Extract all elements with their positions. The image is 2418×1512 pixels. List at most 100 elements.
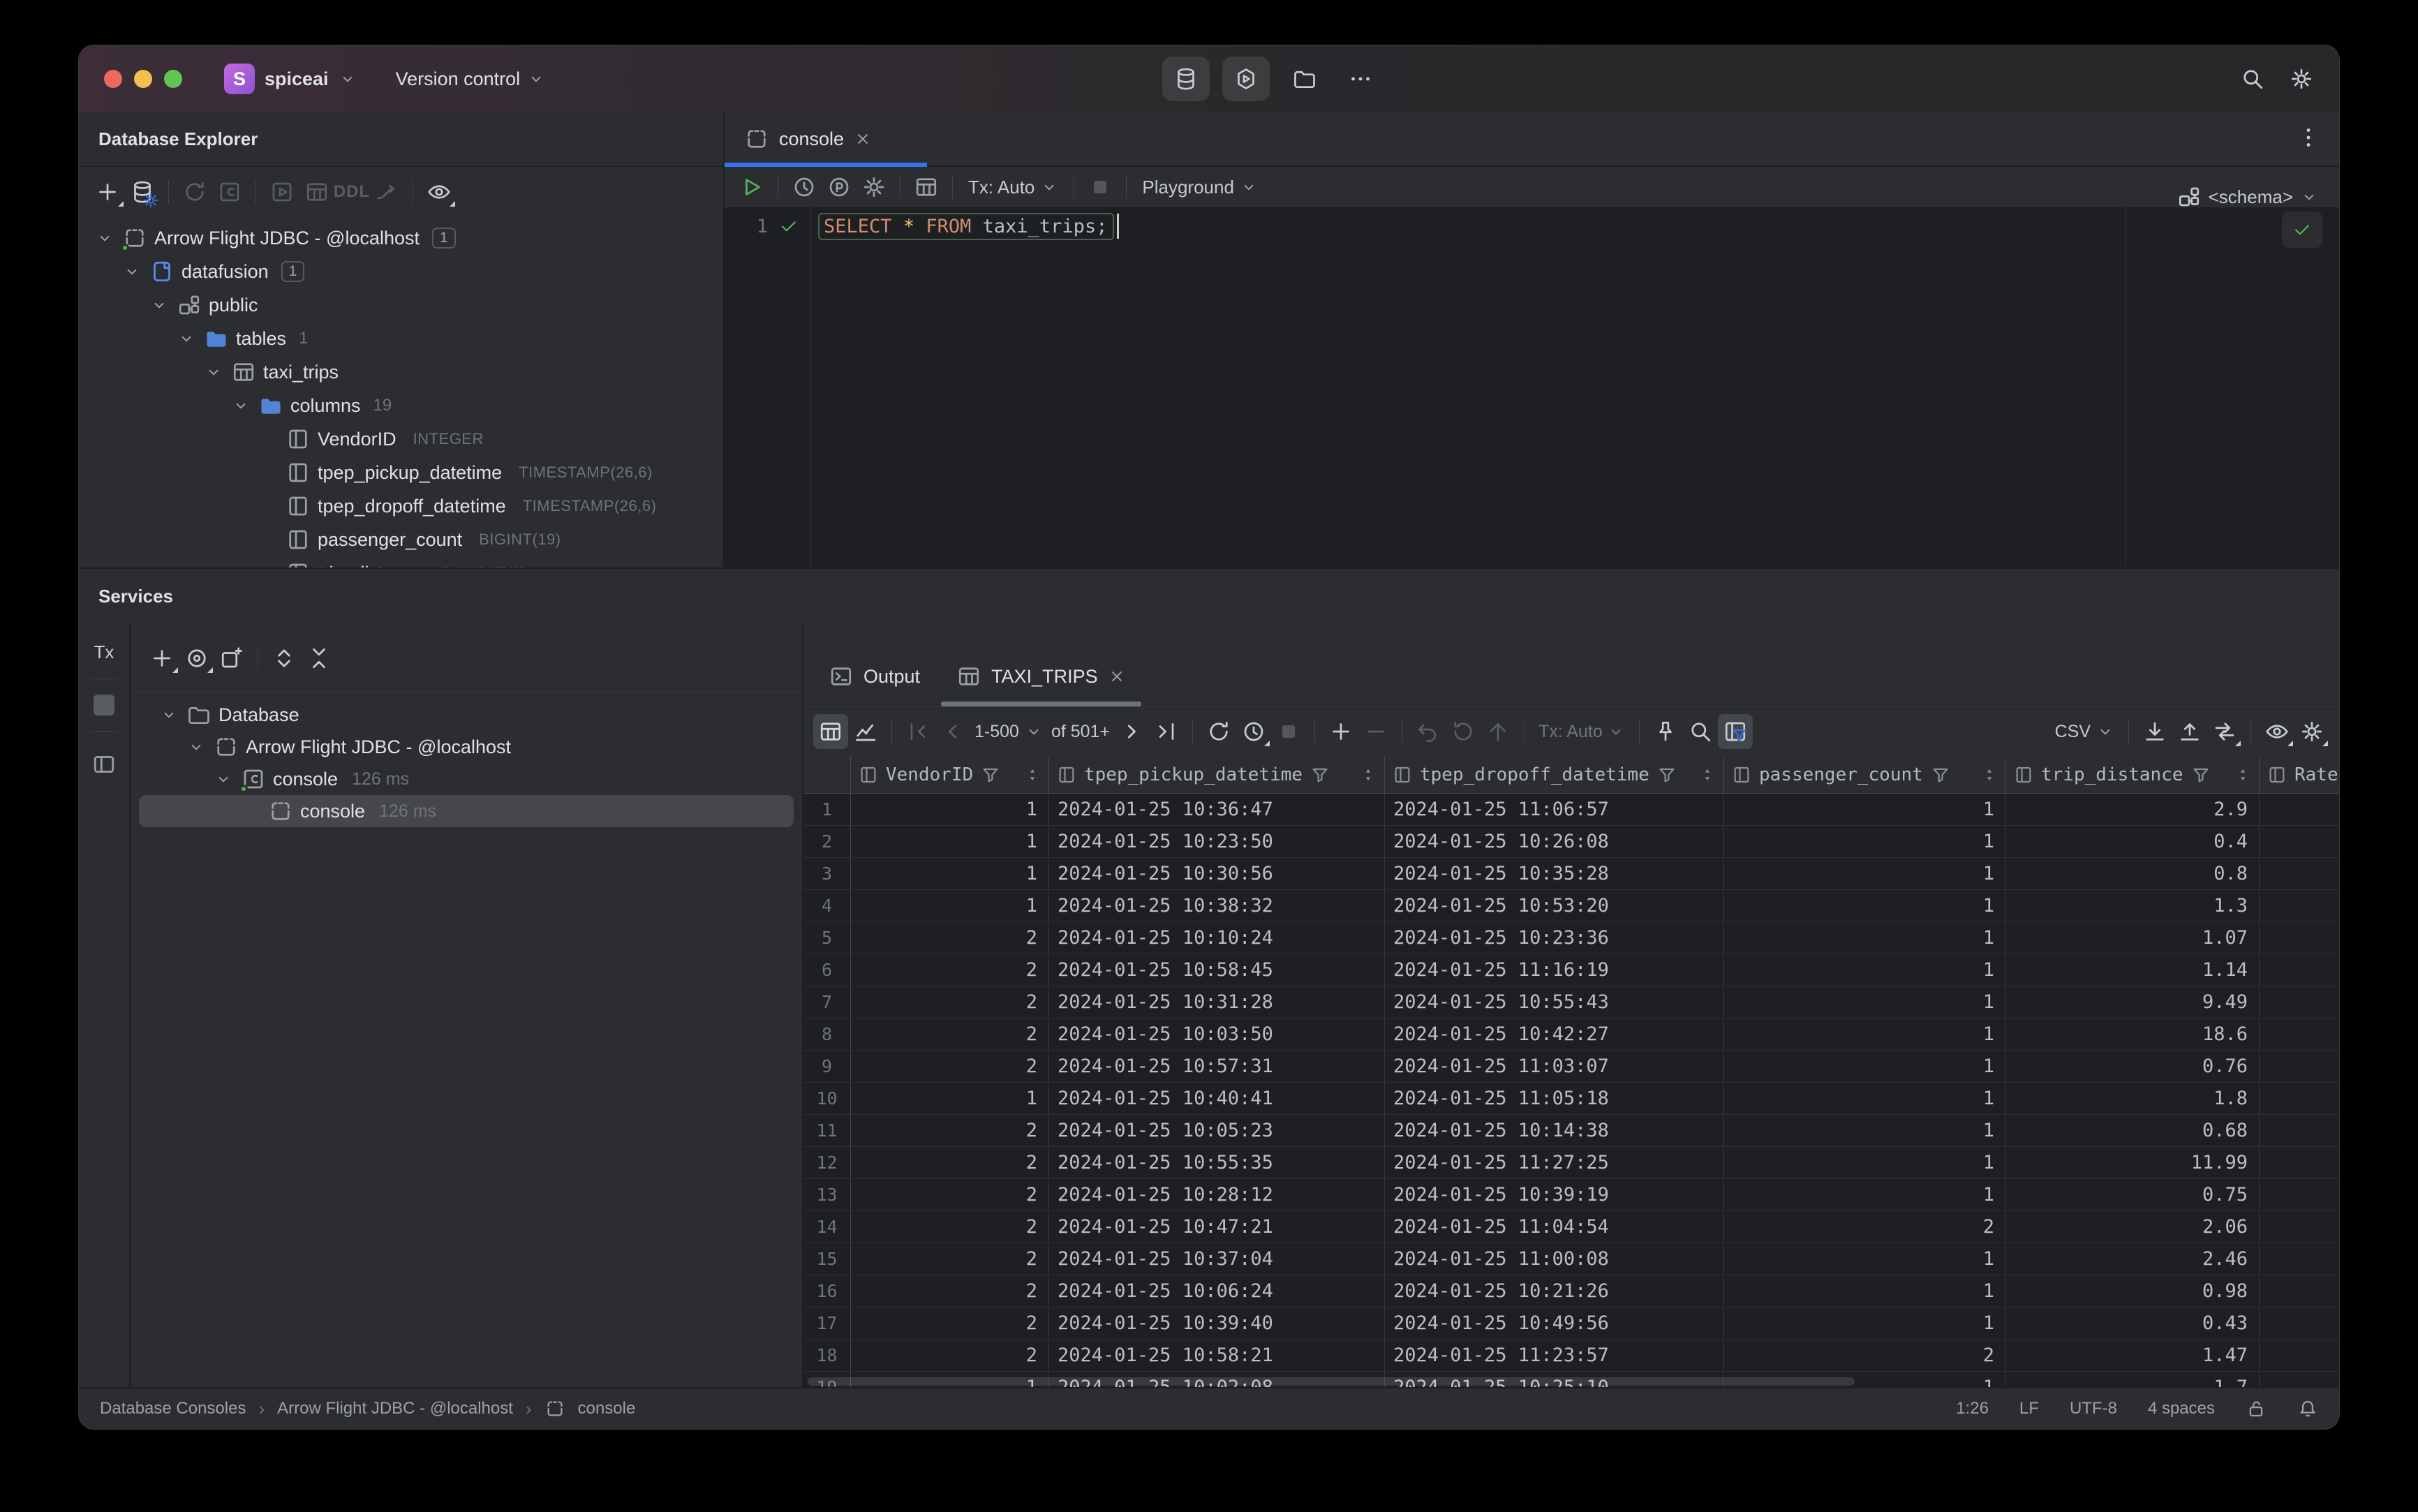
service-item-datasource[interactable]: Arrow Flight JDBC - @localhost	[131, 731, 802, 763]
passenger-count-cell[interactable]: 1	[1724, 826, 2006, 857]
table-row[interactable]: 15 2 2024-01-25 10:37:04 2024-01-25 11:0…	[803, 1243, 2339, 1275]
row-number-cell[interactable]: 10	[803, 1083, 851, 1114]
vendor-id-cell[interactable]: 2	[851, 1211, 1049, 1243]
filter-panel-button[interactable]	[1717, 714, 1753, 749]
table-row[interactable]: 17 2 2024-01-25 10:39:40 2024-01-25 10:4…	[803, 1307, 2339, 1340]
encoding-widget[interactable]: UTF-8	[2070, 1399, 2117, 1418]
zoom-button[interactable]	[164, 70, 182, 88]
dropoff-datetime-cell[interactable]: 2024-01-25 11:05:18	[1385, 1083, 1724, 1114]
rate-cell[interactable]	[2260, 1340, 2339, 1371]
row-number-cell[interactable]: 12	[803, 1147, 851, 1178]
run-query-button[interactable]	[734, 170, 769, 205]
column-header[interactable]: tpep_dropoff_datetime	[1385, 756, 1724, 793]
row-number-cell[interactable]: 2	[803, 826, 851, 857]
tree-item-schema[interactable]: public	[79, 288, 723, 322]
column-header[interactable]: VendorID	[851, 756, 1049, 793]
dropoff-datetime-cell[interactable]: 2024-01-25 11:03:07	[1385, 1051, 1724, 1082]
tree-item-columns-folder[interactable]: columns 19	[79, 389, 723, 422]
dropoff-datetime-cell[interactable]: 2024-01-25 10:39:19	[1385, 1179, 1724, 1210]
service-item-console[interactable]: console 126 ms	[131, 763, 802, 795]
service-item-database[interactable]: Database	[131, 699, 802, 731]
row-number-cell[interactable]: 17	[803, 1307, 851, 1339]
passenger-count-cell[interactable]: 1	[1724, 1179, 2006, 1210]
tree-item-table[interactable]: taxi_trips	[79, 355, 723, 389]
row-number-cell[interactable]: 14	[803, 1211, 851, 1243]
pickup-datetime-cell[interactable]: 2024-01-25 10:58:21	[1049, 1340, 1385, 1371]
revert-selected-button[interactable]	[1411, 714, 1446, 749]
table-data-button[interactable]	[299, 175, 334, 209]
parameters-button[interactable]	[822, 170, 856, 205]
query-history-button[interactable]	[787, 170, 822, 205]
table-row[interactable]: 18 2 2024-01-25 10:58:21 2024-01-25 11:2…	[803, 1340, 2339, 1372]
passenger-count-cell[interactable]: 1	[1724, 1147, 2006, 1178]
project-files-button[interactable]	[1292, 66, 1317, 91]
filter-funnel-icon[interactable]	[1310, 764, 1330, 785]
pickup-datetime-cell[interactable]: 2024-01-25 10:47:21	[1049, 1211, 1385, 1243]
rate-cell[interactable]	[2260, 858, 2339, 889]
passenger-count-cell[interactable]: 1	[1724, 1083, 2006, 1114]
table-row[interactable]: 3 1 2024-01-25 10:30:56 2024-01-25 10:35…	[803, 858, 2339, 890]
add-row-button[interactable]	[1323, 714, 1358, 749]
sort-toggle-icon[interactable]	[1023, 766, 1041, 784]
open-in-new-tab-button[interactable]	[214, 641, 249, 676]
add-data-source-button[interactable]	[90, 175, 125, 209]
vendor-id-cell[interactable]: 2	[851, 954, 1049, 986]
stop-refresh-button[interactable]	[1271, 714, 1306, 749]
trip-distance-cell[interactable]: 1.3	[2006, 890, 2260, 921]
add-service-button[interactable]	[144, 641, 179, 676]
table-row[interactable]: 5 2 2024-01-25 10:10:24 2024-01-25 10:23…	[803, 922, 2339, 954]
tx-mode-dropdown[interactable]: Tx: Auto	[968, 177, 1058, 198]
tab-options-button[interactable]	[2296, 125, 2321, 154]
column-header[interactable]: trip_distance	[2006, 756, 2260, 793]
first-page-button[interactable]	[900, 714, 935, 749]
dropoff-datetime-cell[interactable]: 2024-01-25 10:21:26	[1385, 1275, 1724, 1307]
trip-distance-cell[interactable]: 9.49	[2006, 986, 2260, 1018]
vendor-id-cell[interactable]: 1	[851, 826, 1049, 857]
breadcrumb-item[interactable]: Arrow Flight JDBC - @localhost	[277, 1399, 513, 1418]
vendor-id-cell[interactable]: 1	[851, 1083, 1049, 1114]
pickup-datetime-cell[interactable]: 2024-01-25 10:31:28	[1049, 986, 1385, 1018]
trip-distance-cell[interactable]: 0.98	[2006, 1275, 2260, 1307]
passenger-count-cell[interactable]: 1	[1724, 1243, 2006, 1275]
passenger-count-cell[interactable]: 1	[1724, 1051, 2006, 1082]
more-tool-windows-button[interactable]	[1348, 66, 1373, 91]
pickup-datetime-cell[interactable]: 2024-01-25 10:03:50	[1049, 1018, 1385, 1050]
show-services-button[interactable]	[179, 641, 214, 676]
passenger-count-cell[interactable]: 1	[1724, 858, 2006, 889]
pickup-datetime-cell[interactable]: 2024-01-25 10:05:23	[1049, 1115, 1385, 1146]
export-format-dropdown[interactable]: CSV	[2055, 722, 2114, 742]
page-size-dropdown[interactable]: 1-500	[974, 722, 1043, 742]
pickup-datetime-cell[interactable]: 2024-01-25 10:38:32	[1049, 890, 1385, 921]
rollback-button[interactable]	[1446, 714, 1481, 749]
indent-widget[interactable]: 4 spaces	[2148, 1399, 2215, 1418]
table-row[interactable]: 6 2 2024-01-25 10:58:45 2024-01-25 11:16…	[803, 954, 2339, 986]
trip-distance-cell[interactable]: 11.99	[2006, 1147, 2260, 1178]
vendor-id-cell[interactable]: 2	[851, 1018, 1049, 1050]
dropoff-datetime-cell[interactable]: 2024-01-25 10:42:27	[1385, 1018, 1724, 1050]
rate-cell[interactable]	[2260, 1018, 2339, 1050]
column-header[interactable]: Rate	[2260, 756, 2339, 793]
table-row[interactable]: 7 2 2024-01-25 10:31:28 2024-01-25 10:55…	[803, 986, 2339, 1018]
row-number-cell[interactable]: 3	[803, 858, 851, 889]
rate-cell[interactable]	[2260, 922, 2339, 954]
chart-view-button[interactable]	[848, 714, 883, 749]
console-settings-button[interactable]	[856, 170, 891, 205]
pickup-datetime-cell[interactable]: 2024-01-25 10:40:41	[1049, 1083, 1385, 1114]
search-everywhere-button[interactable]	[2240, 66, 2265, 91]
vendor-id-cell[interactable]: 1	[851, 794, 1049, 825]
row-number-cell[interactable]: 6	[803, 954, 851, 986]
expand-all-button[interactable]	[267, 641, 302, 676]
passenger-count-cell[interactable]: 1	[1724, 1275, 2006, 1307]
project-menu[interactable]: S spiceai	[224, 64, 357, 94]
inspection-status-ok[interactable]	[2282, 212, 2322, 248]
readonly-lock-button[interactable]	[2246, 1398, 2267, 1419]
sort-toggle-icon[interactable]	[1980, 766, 1998, 784]
dropoff-datetime-cell[interactable]: 2024-01-25 10:53:20	[1385, 890, 1724, 921]
row-number-cell[interactable]: 7	[803, 986, 851, 1018]
trip-distance-cell[interactable]: 0.76	[2006, 1051, 2260, 1082]
results-tx-dropdown[interactable]: Tx: Auto	[1538, 722, 1625, 742]
tree-item-column[interactable]: trip_distance DOUBLE(0)	[79, 556, 723, 568]
pickup-datetime-cell[interactable]: 2024-01-25 10:37:04	[1049, 1243, 1385, 1275]
row-number-cell[interactable]: 11	[803, 1115, 851, 1146]
row-number-cell[interactable]: 4	[803, 890, 851, 921]
